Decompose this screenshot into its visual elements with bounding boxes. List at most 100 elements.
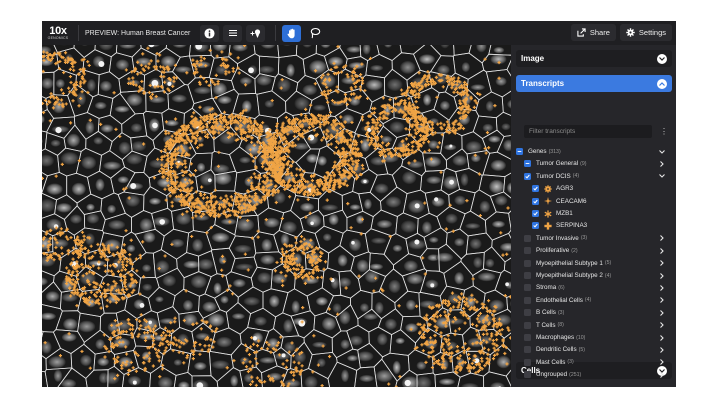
checkbox[interactable] [516,148,523,155]
chevron-right-icon[interactable] [658,332,666,343]
checkbox[interactable] [524,296,531,304]
nucleus [95,339,105,350]
gene-group-row[interactable]: Stroma (6) [524,282,565,293]
nucleus [60,152,79,165]
nucleus [63,318,78,331]
gene-group-row[interactable]: Tumor General (9) [524,158,586,169]
checkbox[interactable] [524,321,531,329]
nucleus [349,204,361,211]
nucleus [465,223,481,229]
chevron-right-icon[interactable] [658,233,666,244]
gene-row[interactable]: AGR3 [532,183,573,194]
nucleus [384,318,397,330]
image-section-header[interactable]: Image [516,50,672,67]
gene-group-row[interactable]: Proliferative (2) [524,245,578,256]
bright-nucleus [404,379,411,387]
more-options-icon[interactable]: ⋮ [659,125,669,138]
checkbox[interactable] [524,284,531,292]
checkbox[interactable] [532,197,539,205]
checkbox[interactable] [524,247,531,255]
gene-group-row[interactable]: Dendritic Cells (5) [524,344,585,355]
checkbox[interactable] [524,172,531,180]
chevron-right-icon[interactable] [658,357,666,368]
checkbox[interactable] [524,160,531,168]
nucleus [395,337,405,345]
checkbox[interactable] [532,210,539,217]
checkbox[interactable] [524,259,531,267]
checkbox[interactable] [524,346,531,354]
nucleus [488,135,501,143]
nucleus [392,244,403,252]
gene-group-row[interactable]: Tumor Invasive (3) [524,233,587,244]
genes-root-row[interactable]: Genes (313) [516,146,561,157]
bright-nucleus [414,239,420,245]
gene-row[interactable]: SERPINA3 [532,220,587,231]
checkbox[interactable] [532,185,539,193]
chevron-right-icon[interactable] [658,320,666,331]
nucleus [291,300,300,314]
checkbox[interactable] [524,309,531,317]
nucleus [48,356,66,368]
chevron-right-icon[interactable] [658,282,666,293]
info-button[interactable] [200,24,220,42]
10x-genomics-logo: 10x GENOMICS [44,21,72,45]
nucleus [461,62,470,73]
checkbox[interactable] [524,334,531,341]
nucleus [213,282,222,295]
chevron-right-icon[interactable] [658,369,666,380]
chevron-down-icon[interactable] [658,171,666,182]
add-annotation-button[interactable] [246,24,266,42]
nucleus [485,100,494,112]
nucleus [126,93,143,107]
nucleus [117,176,129,184]
nucleus [400,220,417,233]
chevron-right-icon[interactable] [658,258,666,269]
pan-tool-button[interactable] [282,24,302,42]
lasso-icon [310,27,321,39]
gene-group-row[interactable]: B Cells (3) [524,307,564,318]
gene-group-row[interactable]: Myoepithelial Subtype 2 (4) [524,270,611,281]
chevron-down-icon[interactable] [658,146,666,157]
chevron-right-icon[interactable] [658,295,666,306]
gene-group-row[interactable]: Ungrouped (251) [524,369,581,380]
lasso-tool-button[interactable] [305,25,324,42]
tissue-image-viewer[interactable] [42,45,511,387]
layers-menu-button[interactable] [223,24,243,42]
gene-row[interactable]: CEACAM6 [532,196,586,207]
nucleus [321,204,339,211]
gene-group-count: (251) [569,371,582,378]
right-sidebar: Image Transcripts Filter transcripts ⋮ C… [511,45,676,387]
bright-nucleus [207,178,212,183]
toolbar-divider [78,25,79,41]
nucleus [281,221,297,234]
settings-button[interactable]: Settings [619,24,672,41]
checkbox[interactable] [524,358,531,366]
chevron-right-icon[interactable] [658,245,666,256]
gene-label: AGR3 [556,185,574,193]
transcripts-section-header[interactable]: Transcripts [516,75,672,92]
filter-transcripts-input[interactable]: Filter transcripts [524,125,652,138]
checkbox[interactable] [524,371,531,379]
chevron-right-icon[interactable] [658,158,666,169]
gene-group-row[interactable]: Endothelial Cells (4) [524,295,591,306]
gene-group-label: B Cells [536,309,556,317]
bright-nucleus [505,282,509,287]
share-button[interactable]: Share [570,24,616,41]
tissue-canvas[interactable] [42,45,511,387]
checkbox[interactable] [524,234,531,242]
gene-group-count: (9) [580,160,587,167]
gene-group-row[interactable]: Macrophages (10) [524,332,585,343]
gene-group-row[interactable]: T Cells (8) [524,320,564,331]
checkbox[interactable] [524,272,531,279]
gene-group-row[interactable]: Tumor DCIS (4) [524,171,579,182]
chevron-right-icon[interactable] [658,307,666,318]
bright-nucleus [281,353,286,358]
checkbox[interactable] [532,222,539,230]
gene-row[interactable]: MZB1 [532,208,573,219]
settings-label: Settings [638,28,666,37]
gene-group-row[interactable]: Mast Cells (3) [524,357,574,368]
chevron-right-icon[interactable] [658,270,666,281]
gene-group-row[interactable]: Myoepithelial Subtype 1 (5) [524,258,611,269]
nucleus [45,291,60,302]
chevron-right-icon[interactable] [658,344,666,355]
